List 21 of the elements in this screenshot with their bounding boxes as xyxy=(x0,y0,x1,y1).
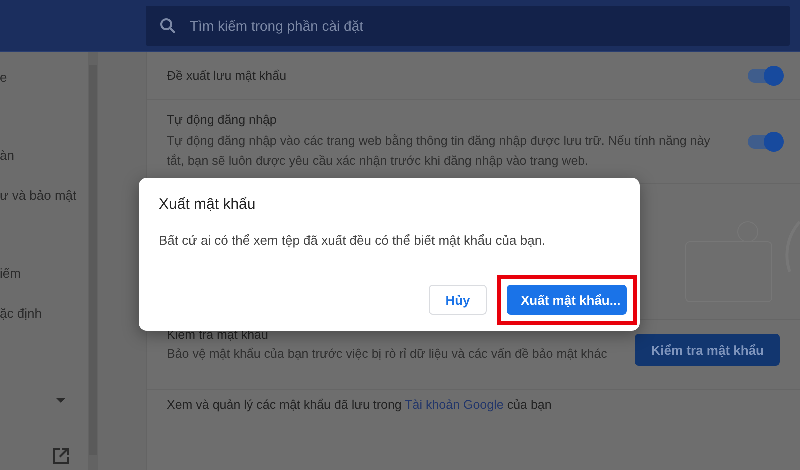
sidebar-item[interactable]: e xyxy=(0,68,88,88)
scrollbar[interactable] xyxy=(88,52,98,470)
search-field[interactable]: Tìm kiếm trong phần cài đặt xyxy=(146,6,790,46)
cancel-button[interactable]: Hủy xyxy=(429,285,487,315)
setting-text: Xem và quản lý các mật khẩu đã lưu trong Tài khoản Google của bạn xyxy=(167,398,552,412)
setting-description: Tự động đăng nhập vào các trang web bằng thông tin đăng nhập được lưu trữ. Nếu tính năng này tắt, bạn sẽ luôn được yêu cầu xác nhận trước khi đăng nhập vào trang web. xyxy=(167,132,712,170)
dialog-title: Xuất mật khẩu xyxy=(159,196,257,213)
caret-icon[interactable] xyxy=(56,398,66,403)
dialog-message: Bất cứ ai có thể xem tệp đã xuất đều có thể biết mật khẩu của bạn. xyxy=(159,233,547,248)
sidebar-item[interactable]: iếm xyxy=(0,264,88,284)
sidebar-item[interactable]: ặc định xyxy=(0,304,88,324)
external-link-icon[interactable] xyxy=(53,448,69,464)
search-icon xyxy=(160,18,176,34)
account-link[interactable]: Tài khoản Google xyxy=(405,398,504,412)
setting-title: Tự động đăng nhập xyxy=(167,112,278,126)
setting-title: Đề xuất lưu mật khẩu xyxy=(167,68,288,82)
sidebar-item[interactable]: ư và bảo mật xyxy=(0,186,88,206)
sidebar-item[interactable]: àn xyxy=(0,146,88,166)
check-passwords-button[interactable]: Kiểm tra mật khẩu xyxy=(635,334,780,366)
export-button[interactable]: Xuất mật khẩu... xyxy=(507,285,627,315)
setting-description: Bảo vệ mật khẩu của bạn trước việc bị rò rỉ dữ liệu và các vấn đề bảo mật khác xyxy=(167,346,608,363)
